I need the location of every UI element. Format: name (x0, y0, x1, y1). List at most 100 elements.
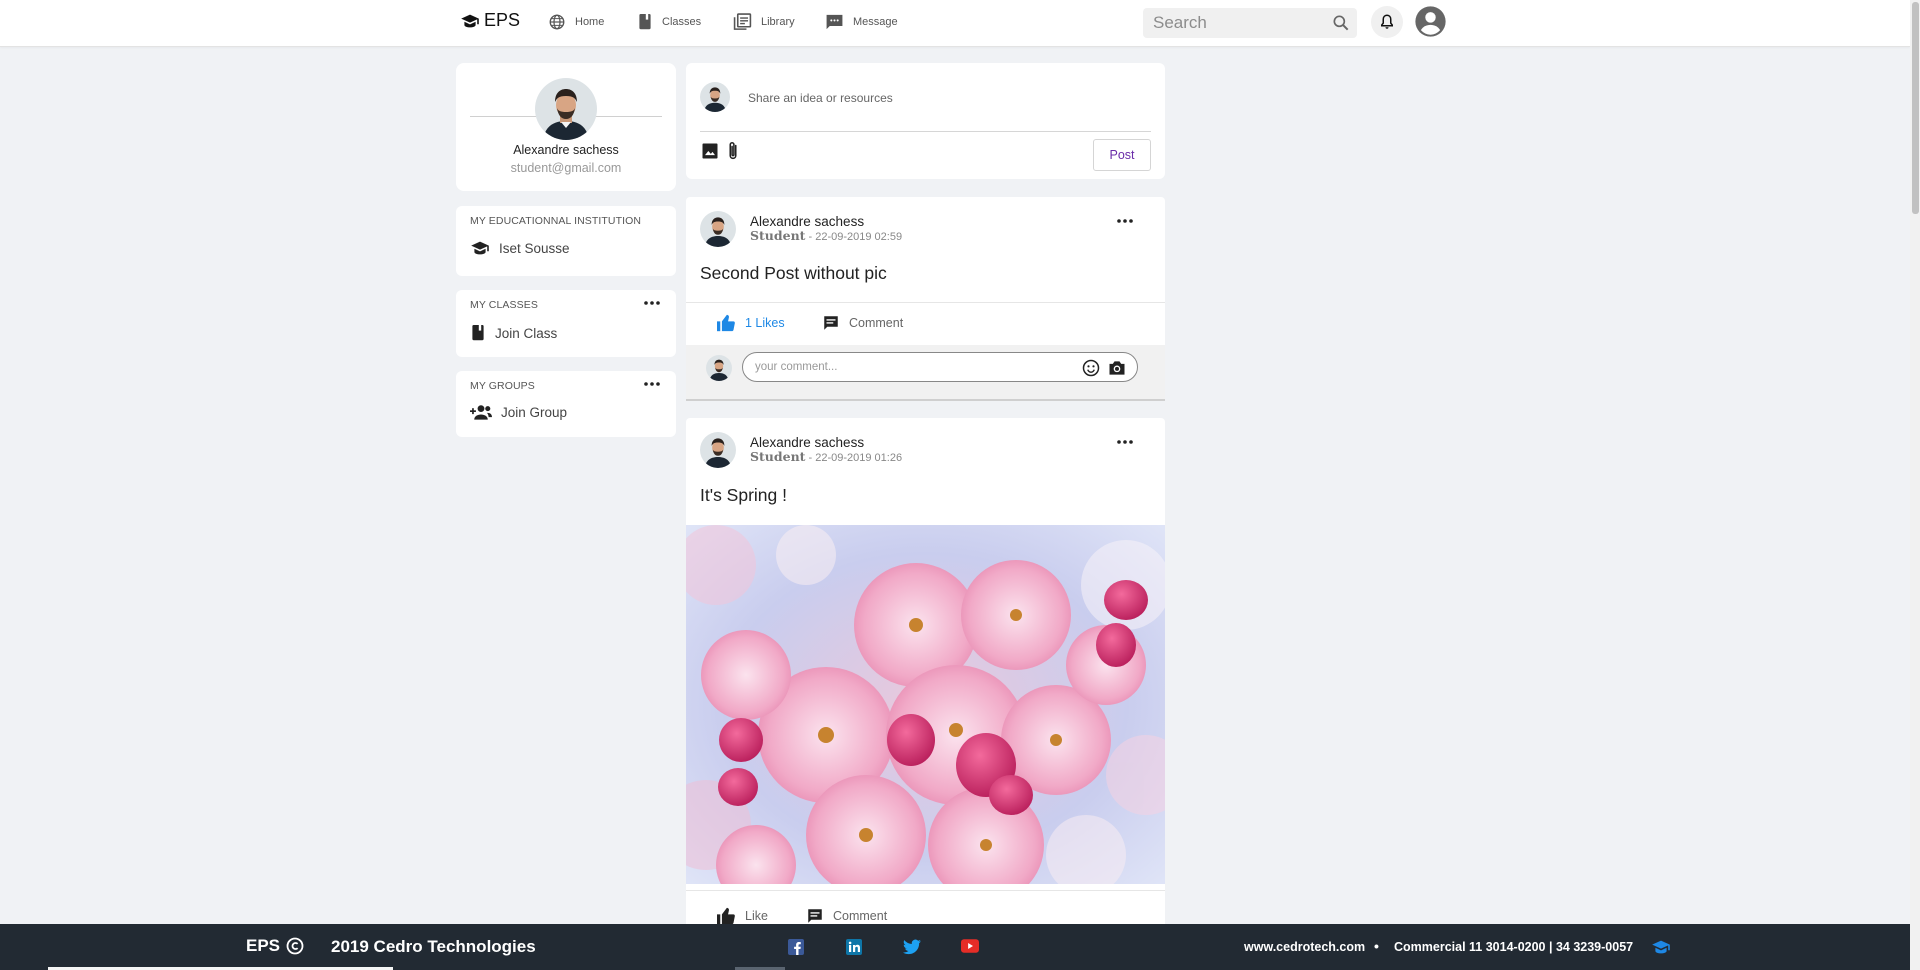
footer-contact: Commercial 11 3014-0200 | 34 3239-0057 (1394, 940, 1634, 954)
post-image-cherry-blossom[interactable] (686, 525, 1165, 884)
footer: EPS 2019 Cedro Technologies www.cedrotec… (0, 924, 1910, 970)
book-icon (470, 324, 486, 342)
comment-field (742, 352, 1138, 382)
bell-icon (1378, 13, 1396, 31)
post-divider (686, 302, 1165, 303)
post-author-avatar[interactable] (700, 432, 736, 468)
post-author-name[interactable]: Alexandre sachess (750, 435, 864, 450)
post-author-name[interactable]: Alexandre sachess (750, 214, 864, 229)
join-class-item[interactable]: Join Class (470, 324, 557, 342)
graduation-cap-icon[interactable] (1651, 939, 1671, 955)
groups-section-title: MY GROUPS (470, 380, 535, 392)
nav-home-label: Home (575, 16, 605, 28)
post-author-avatar[interactable] (700, 211, 736, 247)
comment-icon (822, 314, 840, 332)
globe-icon (548, 13, 566, 31)
twitter-icon[interactable] (903, 939, 921, 955)
image-icon[interactable] (700, 141, 720, 161)
nav-library-label: Library (761, 16, 795, 28)
search-input[interactable] (1143, 9, 1323, 37)
post-text: Second Post without pic (700, 263, 887, 283)
join-group-item[interactable]: Join Group (470, 404, 567, 420)
nav-message[interactable]: Message (825, 13, 898, 31)
groups-section: MY GROUPS Join Group (456, 371, 676, 437)
profile-card: Alexandre sachess student@gmail.com (456, 63, 676, 191)
account-button[interactable] (1414, 5, 1447, 38)
page-scrollbar[interactable] (1910, 0, 1920, 970)
groups-more-icon[interactable] (644, 382, 660, 386)
composer-avatar (700, 82, 730, 112)
post-date: - 22-09-2019 02:59 (808, 231, 903, 243)
post-text: It's Spring ! (700, 485, 787, 505)
institution-item[interactable]: Iset Sousse (470, 240, 570, 256)
nav-message-label: Message (853, 16, 898, 28)
nav-classes-label: Classes (662, 16, 702, 28)
comment-button[interactable]: Comment (822, 314, 903, 332)
footer-separator: • (1374, 938, 1379, 954)
post-button[interactable]: Post (1093, 139, 1151, 171)
like-count: 1 Likes (745, 316, 785, 330)
comment-input[interactable] (755, 357, 1055, 377)
like-label: Like (745, 909, 768, 923)
post-card: Alexandre sachess Student - 22-09-2019 0… (686, 197, 1165, 401)
post-composer: Post (686, 63, 1165, 179)
attachment-icon[interactable] (724, 140, 742, 162)
join-class-label: Join Class (495, 325, 558, 341)
thumb-up-icon (716, 907, 736, 925)
library-icon (733, 13, 752, 31)
school-icon (470, 240, 490, 256)
linkedin-icon[interactable] (846, 939, 862, 955)
institution-item-label: Iset Sousse (499, 240, 570, 256)
post-author-role: Student (750, 228, 806, 243)
post-more-icon[interactable] (1117, 440, 1133, 444)
footer-company: 2019 Cedro Technologies (331, 937, 536, 956)
comment-label: Comment (833, 909, 888, 923)
composer-input[interactable] (748, 88, 1148, 108)
post-divider (686, 890, 1165, 891)
post-date: - 22-09-2019 01:26 (808, 452, 903, 464)
search-icon[interactable] (1331, 13, 1351, 33)
profile-avatar[interactable] (535, 78, 597, 140)
classes-section-title: MY CLASSES (470, 299, 538, 311)
footer-website[interactable]: www.cedrotech.com (1244, 940, 1365, 954)
notifications-button[interactable] (1371, 6, 1403, 38)
comment-label: Comment (849, 316, 904, 330)
book-icon (637, 13, 653, 31)
brand-logo[interactable]: EPS (460, 10, 520, 31)
emoji-icon[interactable] (1081, 358, 1101, 378)
nav-classes[interactable]: Classes (637, 13, 701, 31)
post-meta: Student - 22-09-2019 01:26 (750, 449, 902, 464)
footer-brand-name: EPS (246, 936, 281, 955)
classes-more-icon[interactable] (644, 301, 660, 305)
comment-icon (806, 907, 824, 925)
composer-tools (700, 140, 742, 162)
search-box (1143, 8, 1357, 38)
post-card: Alexandre sachess Student - 22-09-2019 0… (686, 418, 1165, 938)
like-button[interactable]: Like (716, 907, 768, 925)
post-author-role: Student (750, 449, 806, 464)
footer-brand: EPS (246, 936, 304, 956)
group-add-icon (470, 404, 492, 420)
post-more-icon[interactable] (1117, 219, 1133, 223)
classes-section: MY CLASSES Join Class (456, 290, 676, 357)
facebook-icon[interactable] (788, 939, 804, 955)
thumb-up-icon (716, 314, 736, 332)
profile-name[interactable]: Alexandre sachess (456, 143, 676, 157)
like-button[interactable]: 1 Likes (716, 314, 785, 332)
youtube-icon[interactable] (961, 939, 979, 955)
join-group-label: Join Group (501, 404, 568, 420)
scrollbar-thumb[interactable] (1912, 2, 1919, 214)
comment-bar (686, 345, 1165, 401)
nav-home[interactable]: Home (548, 13, 604, 31)
brand-name: EPS (484, 10, 521, 30)
nav-library[interactable]: Library (733, 13, 795, 31)
post-meta: Student - 22-09-2019 02:59 (750, 228, 902, 243)
comment-button[interactable]: Comment (806, 907, 887, 925)
graduation-cap-icon (460, 13, 480, 29)
camera-icon[interactable] (1107, 358, 1127, 378)
message-icon (825, 13, 844, 31)
commenter-avatar (706, 355, 732, 381)
copyright-icon (286, 937, 304, 955)
profile-email: student@gmail.com (510, 161, 622, 175)
account-circle-icon (1414, 5, 1447, 38)
